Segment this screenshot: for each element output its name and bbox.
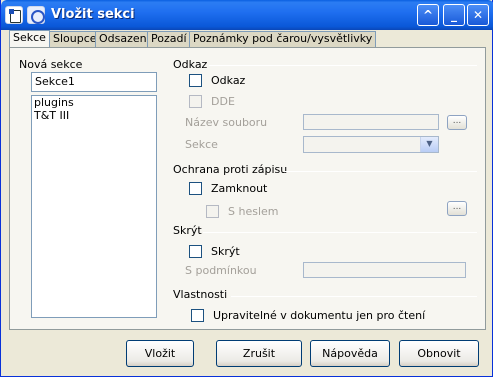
insert-section-dialog: Vložit sekci ^ _ ✕ Sekce Sloupce Odsazen… [0,0,493,377]
help-button[interactable]: Nápověda [310,340,390,367]
minimize-icon[interactable]: _ [443,4,465,26]
editable-checkbox[interactable] [191,309,204,322]
browse-file-button[interactable]: ... [447,115,467,130]
separator [203,232,477,233]
editable-checkbox-label: Upravitelné v dokumentu jen pro čtení [213,309,426,322]
separator [209,65,477,66]
reset-button[interactable]: Obnovit [399,340,479,367]
condition-input[interactable] [303,262,466,278]
tab-pozadi[interactable]: Pozadí [147,31,191,47]
condition-label: S podmínkou [185,264,257,277]
chevron-down-icon[interactable]: ▼ [420,137,438,152]
section-combo[interactable] [303,136,439,153]
lock-checkbox[interactable] [189,182,202,195]
password-button[interactable]: ... [447,201,467,216]
section-list[interactable]: plugins T&T III [31,95,157,318]
write-protection-heading: Ochrana proti zápisu [173,163,288,176]
insert-button[interactable]: Vložit [126,340,194,367]
cancel-button[interactable]: Zrušit [216,340,302,367]
hide-checkbox[interactable] [189,245,202,258]
section-label: Sekce [185,138,218,151]
new-section-heading: Nová sekce [19,58,83,71]
file-name-input[interactable] [303,114,439,130]
tab-sekce[interactable]: Sekce [9,30,50,48]
document-icon [5,6,23,24]
password-checkbox-label: S heslem [228,205,279,218]
close-icon[interactable]: ✕ [467,4,489,26]
properties-heading: Vlastnosti [173,288,228,301]
hide-checkbox-label: Skrýt [211,245,240,258]
password-checkbox[interactable] [206,205,219,218]
dde-checkbox[interactable] [189,95,202,108]
separator [284,171,477,172]
title-bar: Vložit sekci ^ _ ✕ [1,0,493,30]
list-item[interactable]: plugins [32,96,156,109]
link-checkbox-label: Odkaz [211,74,246,87]
link-heading: Odkaz [173,58,208,71]
separator [231,296,477,297]
file-name-label: Název souboru [185,116,268,129]
tab-sloupce[interactable]: Sloupce [49,31,101,47]
dde-checkbox-label: DDE [211,95,235,108]
hide-heading: Skrýt [173,224,202,237]
rollup-icon[interactable]: ^ [417,4,439,26]
section-name-input[interactable]: Sekce1 [31,72,157,92]
list-item[interactable]: T&T III [32,109,156,122]
tab-odsazeni[interactable]: Odsazení [95,31,154,47]
lock-checkbox-label: Zamknout [211,182,268,195]
tab-poznamky[interactable]: Poznámky pod čarou/vysvětlivky [189,31,377,47]
link-checkbox[interactable] [189,74,202,87]
settings-icon [27,6,45,24]
window-title: Vložit sekci [51,7,135,22]
